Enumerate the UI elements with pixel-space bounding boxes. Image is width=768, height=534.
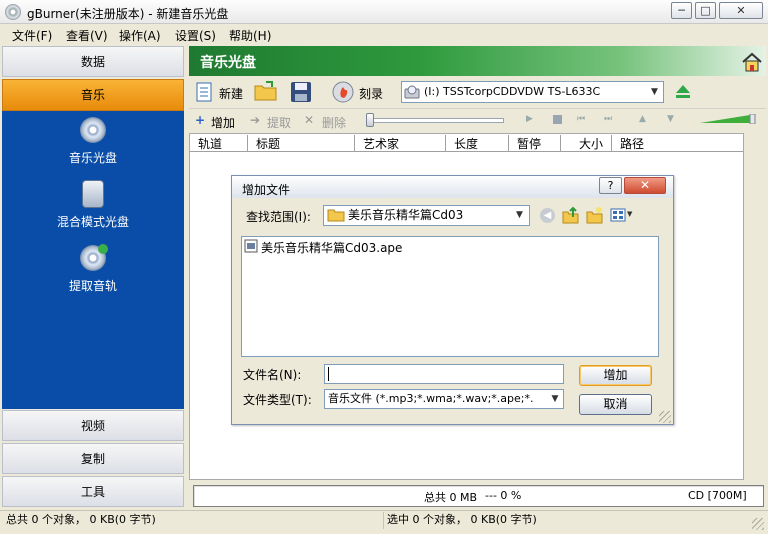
nav-music[interactable]: 音乐 — [2, 79, 184, 111]
column-pause[interactable]: 暂停 — [509, 135, 561, 151]
nav-data[interactable]: 数据 — [2, 46, 184, 77]
menu-help[interactable]: 帮助(H) — [229, 27, 271, 44]
open-folder-icon[interactable] — [254, 80, 278, 102]
capacity-disc-type: CD [700M] — [688, 489, 747, 502]
music-sub-panel: 音乐光盘 混合模式光盘 提取音轨 — [2, 111, 184, 409]
extract-button[interactable]: 提取 — [267, 114, 291, 131]
filename-input[interactable] — [324, 364, 564, 384]
next-track-icon[interactable]: ⏭ — [604, 114, 612, 124]
delete-button[interactable]: 删除 — [322, 114, 346, 131]
capacity-percent: --- 0 % — [485, 489, 522, 502]
add-track-button[interactable]: 增加 — [211, 114, 235, 131]
stop-icon[interactable] — [553, 115, 562, 124]
look-in-select[interactable]: 美乐音乐精华篇Cd03 — [323, 205, 530, 226]
menu-bar — [0, 24, 768, 44]
dialog-cancel-button[interactable]: 取消 — [579, 394, 652, 415]
nav-tools[interactable]: 工具 — [2, 476, 184, 507]
status-selected-objects: 选中 0 个对象， 0 KB(0 字节) — [387, 513, 537, 526]
look-in-label: 查找范围(I): — [246, 210, 311, 224]
sidebar-item-mixed-mode[interactable]: 混合模式光盘 — [2, 213, 184, 230]
play-icon[interactable]: ▶ — [526, 114, 533, 124]
window-title: gBurner(未注册版本) - 新建音乐光盘 — [27, 7, 229, 21]
burn-button[interactable]: 刻录 — [359, 85, 383, 102]
status-total-objects: 总共 0 个对象， 0 KB(0 字节) — [6, 512, 384, 529]
dialog-resize-grip-icon[interactable] — [659, 411, 671, 423]
drive-select[interactable]: (I:) TSSTcorpCDDVDW TS-L633C — [401, 81, 664, 103]
nav-copy[interactable]: 复制 — [2, 443, 184, 474]
new-document-icon[interactable] — [194, 82, 214, 102]
menu-file[interactable]: 文件(F) — [12, 27, 52, 44]
column-length[interactable]: 长度 — [446, 135, 509, 151]
mixed-mode-icon[interactable] — [82, 180, 104, 208]
list-scroll-gutter — [744, 133, 766, 480]
file-item[interactable]: 美乐音乐精华篇Cd03.ape — [261, 239, 402, 256]
column-track[interactable]: 轨道 — [190, 135, 248, 151]
folder-icon — [327, 209, 345, 222]
sidebar-item-audio-cd[interactable]: 音乐光盘 — [2, 149, 184, 166]
text-caret — [328, 367, 329, 381]
column-path[interactable]: 路径 — [612, 135, 743, 151]
filetype-dropdown-arrow-icon[interactable]: ▼ — [547, 390, 563, 408]
look-in-dropdown-arrow-icon[interactable]: ▼ — [516, 210, 523, 220]
menu-view[interactable]: 查看(V) — [66, 27, 108, 44]
resize-grip-icon[interactable] — [752, 518, 764, 530]
view-menu-icon[interactable] — [610, 207, 626, 223]
nav-video[interactable]: 视频 — [2, 410, 184, 441]
previous-track-icon[interactable]: ⏮ — [577, 114, 585, 124]
back-icon[interactable]: ◀ — [540, 208, 555, 223]
audio-cd-icon[interactable] — [80, 117, 106, 143]
burn-icon[interactable] — [332, 81, 354, 103]
dialog-add-button[interactable]: 增加 — [579, 365, 652, 386]
save-disk-icon[interactable] — [290, 81, 312, 103]
position-slider[interactable] — [368, 118, 504, 123]
close-button[interactable]: ✕ — [719, 2, 763, 19]
sidebar-item-rip-tracks[interactable]: 提取音轨 — [2, 277, 184, 294]
eject-icon[interactable] — [674, 83, 692, 101]
ape-file-icon — [244, 239, 258, 253]
new-button[interactable]: 新建 — [219, 85, 243, 102]
column-title[interactable]: 标题 — [248, 135, 355, 151]
move-down-icon[interactable]: ▼ — [667, 114, 674, 124]
extract-arrow-icon: ➔ — [250, 113, 261, 127]
capacity-total: 总共 0 MB — [424, 491, 478, 504]
delete-x-icon: ✕ — [304, 113, 315, 127]
capacity-bar — [193, 485, 764, 507]
dialog-close-button[interactable]: ✕ — [624, 177, 666, 194]
column-artist[interactable]: 艺术家 — [355, 135, 446, 151]
minimize-button[interactable]: ─ — [671, 2, 692, 19]
filetype-label: 文件类型(T): — [243, 393, 312, 407]
volume-slider[interactable] — [700, 114, 756, 124]
maximize-button[interactable]: □ — [695, 2, 716, 19]
menu-settings[interactable]: 设置(S) — [175, 27, 216, 44]
up-folder-icon[interactable] — [562, 206, 580, 224]
new-folder-icon[interactable] — [586, 206, 604, 224]
main-header — [189, 46, 766, 76]
menu-action[interactable]: 操作(A) — [119, 27, 161, 44]
dialog-title: 增加文件 — [242, 183, 291, 197]
position-slider-thumb[interactable] — [366, 113, 374, 127]
filetype-select[interactable]: 音乐文件 (*.mp3;*.wma;*.wav;*.ape;*. — [324, 389, 564, 409]
filename-label: 文件名(N): — [243, 368, 302, 382]
add-plus-icon[interactable]: + — [195, 113, 205, 127]
drive-icon — [404, 85, 420, 99]
column-size[interactable]: 大小 — [561, 135, 612, 151]
move-up-icon[interactable]: ▲ — [639, 114, 646, 124]
app-disc-icon — [5, 4, 21, 20]
rip-arrow-icon — [98, 244, 108, 254]
drive-dropdown-arrow-icon[interactable]: ▼ — [646, 82, 663, 102]
page-title: 音乐光盘 — [200, 55, 256, 71]
view-dropdown-arrow-icon[interactable]: ▼ — [627, 210, 632, 218]
home-icon[interactable] — [741, 52, 763, 72]
dialog-help-button[interactable]: ? — [599, 177, 622, 194]
